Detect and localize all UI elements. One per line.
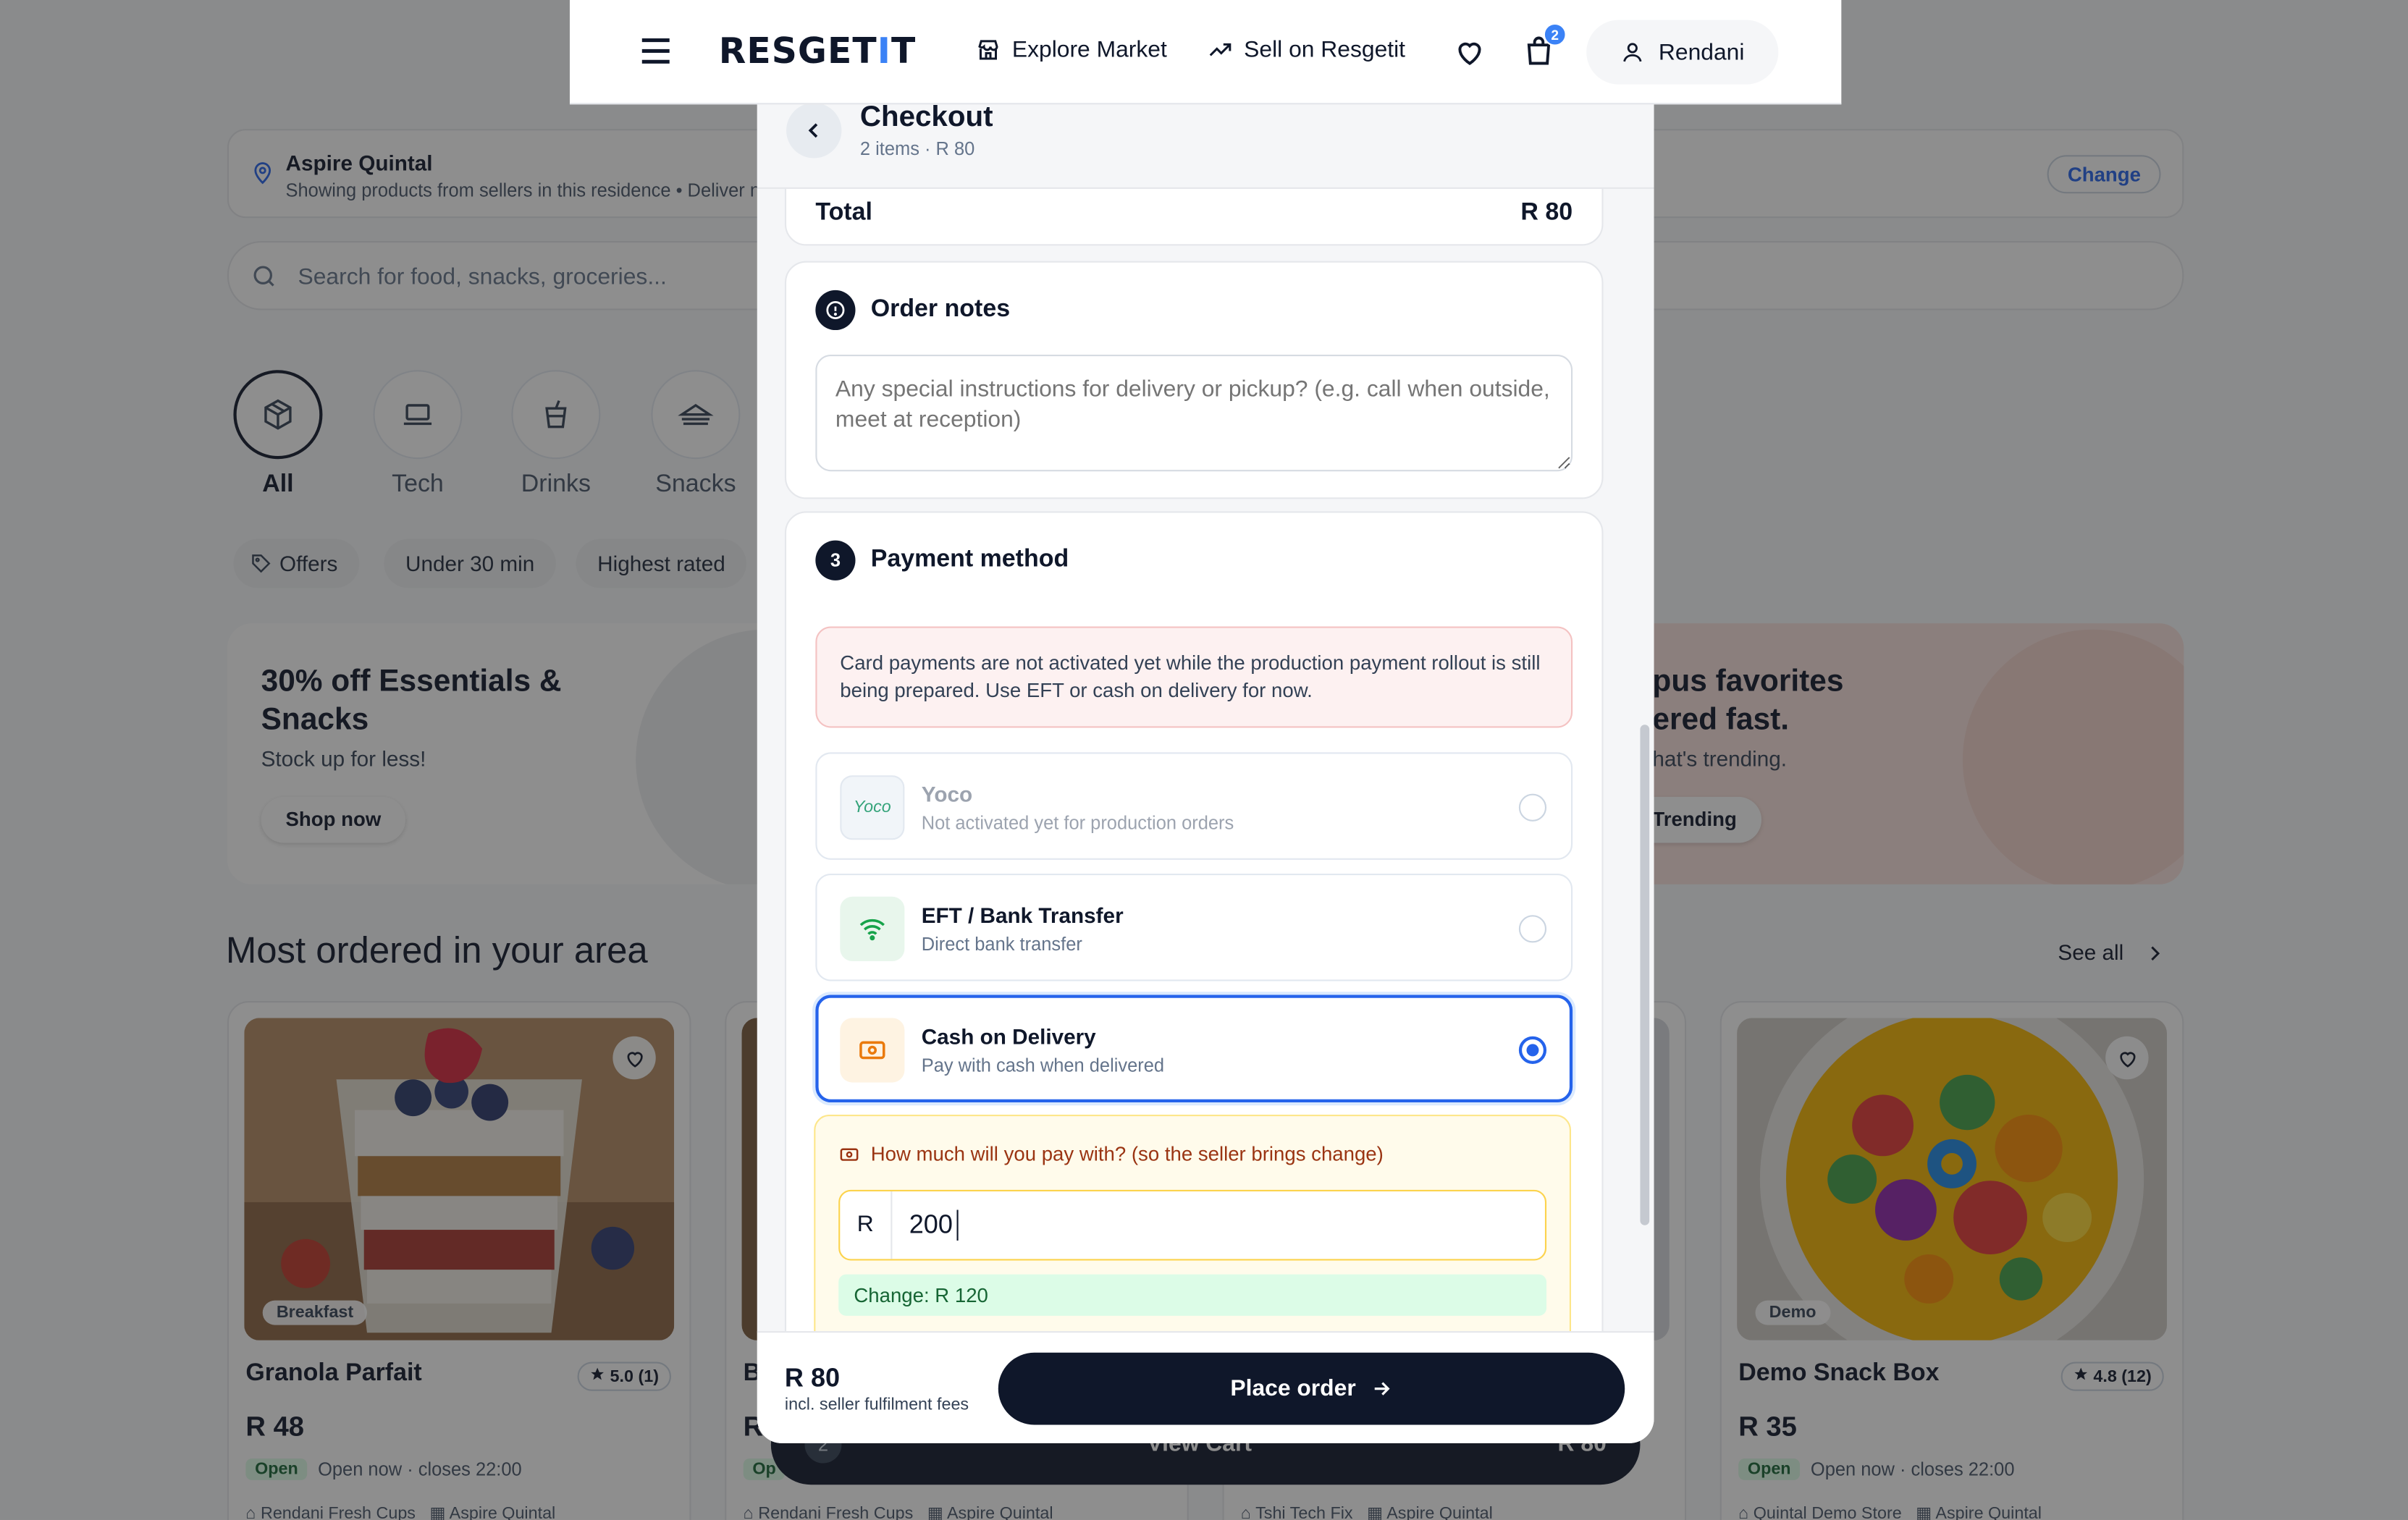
order-notes-input[interactable]: [815, 354, 1573, 472]
checkout-header: Checkout 2 items · R 80: [757, 104, 1654, 189]
nav-label: Explore Market: [1011, 36, 1167, 63]
user-name: Rendani: [1658, 39, 1745, 66]
brand-logo[interactable]: RESGETIT: [719, 33, 917, 72]
back-button[interactable]: [786, 104, 842, 159]
nav-sell[interactable]: Sell on Resgetit: [1207, 37, 1405, 63]
place-order-button[interactable]: Place order: [998, 1352, 1625, 1425]
brand-text: RESGET: [718, 32, 877, 72]
cash-amount-box: How much will you pay with? (so the sell…: [814, 1114, 1571, 1332]
chevron-left-icon: [808, 123, 818, 138]
menu-icon[interactable]: [641, 37, 670, 64]
trending-up-icon: [1209, 43, 1232, 56]
brand-text-end: T: [891, 32, 917, 72]
order-notes-heading: Order notes: [815, 290, 1011, 331]
cash-question-text: How much will you pay with? (so the sell…: [870, 1142, 1384, 1165]
cart-badge: 2: [1543, 22, 1567, 46]
cash-question: How much will you pay with? (so the sell…: [838, 1142, 1384, 1165]
modal-scrollbar[interactable]: [1640, 725, 1650, 1225]
checkout-scroll-area[interactable]: Total R 80 Order notes 3 Payment method …: [757, 188, 1654, 1332]
footer-fee-note: incl. seller fulfilment fees: [784, 1396, 969, 1414]
top-navbar: RESGETIT Explore Market Sell on Resgetit…: [569, 0, 1842, 105]
brand-highlight: I: [877, 32, 891, 72]
place-order-label: Place order: [1230, 1375, 1356, 1402]
cash-amount-input[interactable]: R 200: [838, 1189, 1547, 1261]
total-value: R 80: [1520, 199, 1573, 226]
nav-label: Sell on Resgetit: [1244, 36, 1406, 63]
store-icon: [978, 40, 998, 60]
order-summary-panel: Total R 80: [784, 188, 1604, 246]
user-menu-button[interactable]: Rendani: [1586, 20, 1779, 85]
info-icon: [815, 290, 856, 331]
cash-section: How much will you pay with? (so the sell…: [785, 511, 1604, 1332]
nav-explore-market[interactable]: Explore Market: [975, 37, 1167, 63]
section-title: Order notes: [870, 296, 1011, 323]
user-icon: [1623, 43, 1642, 62]
app-viewport: Aspire Quintal Showing products from sel…: [0, 0, 2408, 1520]
currency-prefix: R: [840, 1191, 893, 1259]
checkout-footer: R 80 incl. seller fulfilment fees Place …: [757, 1331, 1654, 1443]
checkout-modal: Checkout 2 items · R 80 Total R 80 Order…: [757, 104, 1654, 1443]
cash-icon: [840, 1147, 859, 1160]
checkout-subtitle: 2 items · R 80: [859, 138, 975, 160]
heart-icon[interactable]: [1453, 35, 1487, 69]
cash-amount-value[interactable]: 200: [909, 1210, 953, 1241]
text-caret: [956, 1209, 959, 1241]
footer-total: R 80: [784, 1363, 841, 1393]
checkout-title: Checkout: [859, 104, 993, 134]
change-amount: Change: R 120: [838, 1274, 1547, 1316]
arrow-right-icon: [1374, 1382, 1390, 1396]
total-label: Total: [815, 199, 872, 226]
order-notes-panel: Order notes: [784, 261, 1604, 499]
